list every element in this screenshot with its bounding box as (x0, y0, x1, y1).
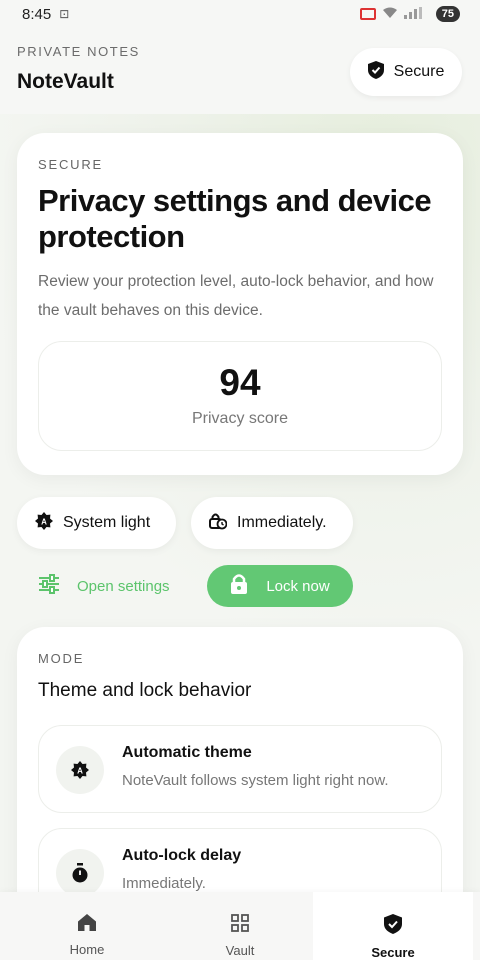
sliders-icon (37, 574, 61, 598)
privacy-score-box: 94 Privacy score (38, 341, 442, 451)
mode-eyebrow: MODE (38, 651, 85, 666)
mode-card: MODE Theme and lock behavior A Automatic… (17, 627, 463, 927)
lock-clock-icon (209, 512, 228, 535)
header-kicker: PRIVATE NOTES (17, 44, 140, 59)
secure-status-button[interactable]: Secure (350, 48, 462, 96)
status-bar: 8:45 ⊡ 75 (0, 0, 480, 28)
app-header: PRIVATE NOTES NoteVault Secure (0, 28, 480, 114)
svg-text:A: A (41, 517, 47, 526)
row-title: Automatic theme (122, 744, 252, 761)
screen-record-icon: ⊡ (59, 7, 70, 21)
svg-text:A: A (77, 767, 83, 776)
privacy-score-value: 94 (219, 362, 261, 403)
lock-chip-label: Immediately. (237, 514, 327, 531)
status-time: 8:45 (22, 5, 52, 23)
secure-status-label: Secure (393, 63, 445, 80)
main-content: SECURE Privacy settings and device prote… (0, 0, 480, 960)
nav-vault[interactable]: Vault (160, 892, 320, 960)
shield-check-icon (367, 60, 384, 84)
theme-chip-label: System light (63, 514, 151, 531)
nav-secure[interactable]: Secure (313, 892, 473, 960)
hero-description: Review your protection level, auto-lock … (38, 273, 434, 319)
hero-title: Privacy settings and device protection (38, 183, 432, 254)
battery-badge: 75 (435, 6, 460, 22)
automatic-theme-row[interactable]: A Automatic theme NoteVault follows syst… (38, 725, 442, 813)
open-settings-button[interactable]: Open settings (37, 566, 170, 606)
privacy-hero-card: SECURE Privacy settings and device prote… (17, 133, 463, 475)
theme-chip[interactable]: A System light (17, 497, 176, 549)
padlock-icon (230, 573, 248, 599)
bottom-navigation: Home Vault Secure (0, 892, 480, 960)
cast-icon (359, 8, 376, 20)
mode-title: Theme and lock behavior (38, 680, 252, 701)
row-subtitle: NoteVault follows system light right now… (122, 772, 389, 789)
wifi-icon (382, 7, 398, 22)
privacy-score-label: Privacy score (191, 410, 289, 427)
theme-icon: A (56, 746, 104, 794)
app-title: NoteVault (17, 70, 114, 93)
row-title: Auto-lock delay (122, 847, 242, 864)
home-icon (78, 914, 96, 934)
hero-eyebrow: SECURE (38, 157, 103, 172)
lock-now-button[interactable]: Lock now (207, 565, 353, 607)
nav-home[interactable]: Home (7, 892, 167, 960)
timer-icon (56, 849, 104, 897)
signal-icon (403, 6, 430, 22)
theme-icon: A (35, 511, 53, 535)
lock-timing-chip[interactable]: Immediately. (191, 497, 353, 549)
grid-icon (231, 914, 249, 935)
row-subtitle: Immediately. (122, 875, 206, 892)
nav-home-label: Home (69, 942, 105, 957)
nav-secure-label: Secure (371, 945, 415, 960)
nav-vault-label: Vault (225, 943, 255, 958)
shield-icon (384, 914, 402, 937)
lock-now-label: Lock now (266, 577, 330, 595)
open-settings-label: Open settings (77, 577, 170, 595)
